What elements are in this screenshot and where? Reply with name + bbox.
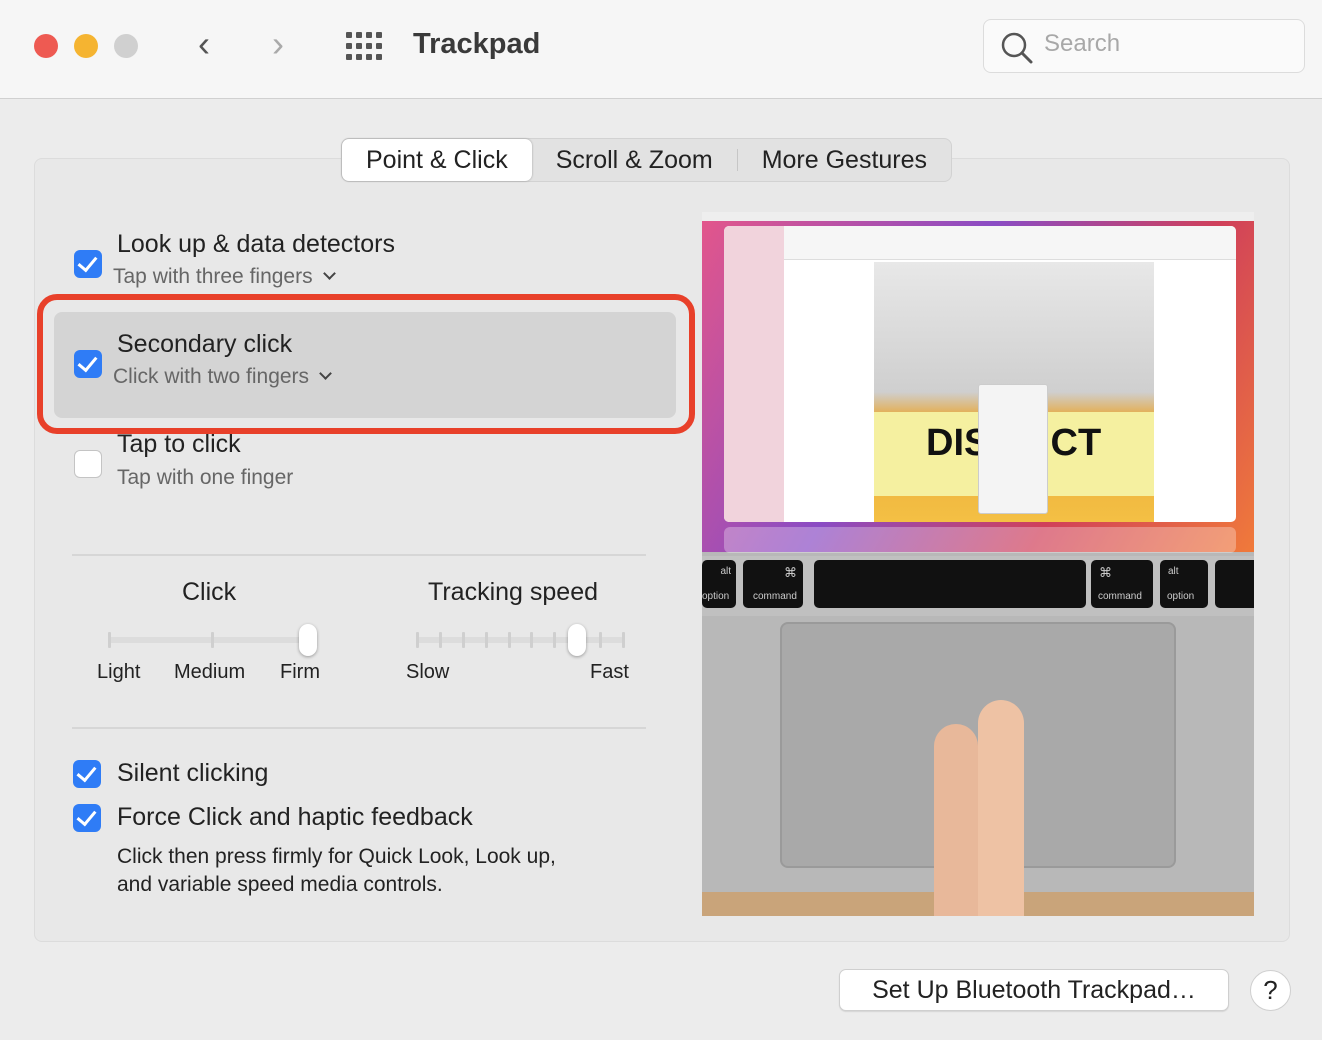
window-title: Trackpad bbox=[413, 28, 541, 60]
close-button[interactable] bbox=[34, 34, 58, 58]
lookup-checkbox[interactable] bbox=[74, 250, 102, 278]
tap-to-click-checkbox[interactable] bbox=[74, 450, 102, 478]
tracking-slider-title: Tracking speed bbox=[428, 578, 598, 606]
tracking-slider-tick bbox=[553, 632, 557, 648]
silent-clicking-checkbox[interactable] bbox=[73, 760, 101, 788]
click-label-light: Light bbox=[97, 661, 141, 683]
tab-scroll-zoom[interactable]: Scroll & Zoom bbox=[532, 139, 737, 181]
force-click-description-1: Click then press firmly for Quick Look, … bbox=[117, 845, 556, 868]
force-click-checkbox[interactable] bbox=[73, 804, 101, 832]
click-label-firm: Firm bbox=[280, 661, 320, 683]
setup-bluetooth-trackpad-button[interactable]: Set Up Bluetooth Trackpad… bbox=[839, 969, 1229, 1011]
zoom-button[interactable] bbox=[114, 34, 138, 58]
help-button[interactable]: ? bbox=[1250, 970, 1291, 1011]
pages-window: DISTRICT bbox=[724, 226, 1236, 522]
tab-more-gestures[interactable]: More Gestures bbox=[738, 139, 951, 181]
click-label-medium: Medium bbox=[174, 661, 246, 683]
tracking-slider-tick bbox=[416, 632, 419, 648]
tracking-label-slow: Slow bbox=[406, 661, 450, 683]
dock bbox=[724, 527, 1236, 553]
highlight-annotation bbox=[37, 294, 695, 434]
tracking-slider-knob[interactable] bbox=[568, 624, 587, 656]
lookup-label: Look up & data detectors bbox=[117, 230, 395, 258]
search-input[interactable] bbox=[1044, 30, 1284, 58]
tab-point-click[interactable]: Point & Click bbox=[342, 139, 532, 181]
minimize-button[interactable] bbox=[74, 34, 98, 58]
tap-to-click-sub: Tap with one finger bbox=[117, 466, 294, 489]
chevron-down-icon bbox=[322, 267, 336, 280]
tracking-slider-tick bbox=[438, 632, 442, 648]
silent-clicking-label: Silent clicking bbox=[117, 759, 269, 787]
gesture-preview-video: DISTRICT altoption ⌘command ⌘command alt… bbox=[702, 212, 1254, 916]
search-icon bbox=[1001, 32, 1033, 64]
click-slider-title: Click bbox=[182, 578, 237, 606]
search-field[interactable] bbox=[983, 19, 1305, 73]
tracking-slider-tick bbox=[622, 632, 625, 648]
force-click-description-2: and variable speed media controls. bbox=[117, 873, 443, 896]
click-slider-knob[interactable] bbox=[299, 624, 317, 656]
lookup-gesture-dropdown[interactable]: Tap with three fingers bbox=[113, 265, 336, 289]
divider bbox=[72, 554, 646, 556]
tracking-label-fast: Fast bbox=[590, 661, 629, 683]
lookup-gesture-value: Tap with three fingers bbox=[113, 265, 313, 288]
finger bbox=[934, 724, 978, 916]
divider bbox=[72, 727, 646, 729]
tracking-slider-tick bbox=[461, 632, 465, 648]
finger bbox=[978, 700, 1024, 916]
back-button[interactable]: ‹ bbox=[198, 26, 210, 62]
tracking-slider-tick bbox=[599, 632, 603, 648]
show-all-grid-icon[interactable] bbox=[346, 32, 384, 60]
toolbar: ‹ › Trackpad bbox=[0, 0, 1322, 99]
context-menu bbox=[978, 384, 1048, 514]
menu-bar bbox=[702, 212, 1254, 221]
tap-to-click-label: Tap to click bbox=[117, 430, 241, 458]
tracking-slider-tick bbox=[507, 632, 511, 648]
tracking-slider-tick bbox=[530, 632, 534, 648]
tab-bar: Point & Click Scroll & Zoom More Gesture… bbox=[341, 138, 953, 182]
tracking-slider-tick bbox=[484, 632, 488, 648]
force-click-label: Force Click and haptic feedback bbox=[117, 803, 473, 831]
forward-button[interactable]: › bbox=[272, 26, 284, 62]
